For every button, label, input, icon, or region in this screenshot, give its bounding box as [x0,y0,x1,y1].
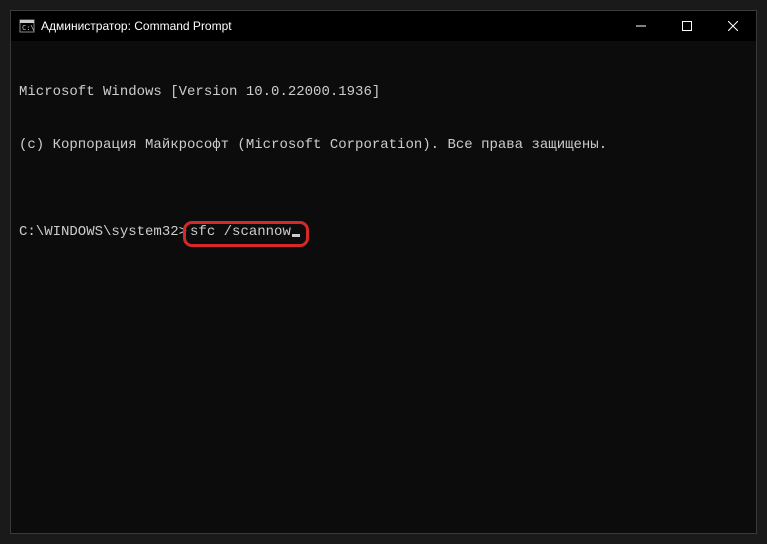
terminal-area[interactable]: Microsoft Windows [Version 10.0.22000.19… [11,41,756,533]
command-prompt-window: C:\ Администратор: Command Prompt [10,10,757,534]
minimize-button[interactable] [618,11,664,41]
copyright-line: (c) Корпорация Майкрософт (Microsoft Cor… [19,137,748,155]
prompt-path: C:\WINDOWS\system32> [19,224,187,242]
maximize-button[interactable] [664,11,710,41]
command-highlight: sfc /scannow [183,221,309,247]
text-cursor [292,234,300,237]
prompt-line: C:\WINDOWS\system32>sfc /scannow [19,224,748,250]
window-title: Администратор: Command Prompt [41,19,618,33]
version-line: Microsoft Windows [Version 10.0.22000.19… [19,84,748,102]
svg-text:C:\: C:\ [22,24,35,32]
close-button[interactable] [710,11,756,41]
maximize-icon [682,21,692,31]
minimize-icon [636,21,646,31]
window-controls [618,11,756,41]
close-icon [728,21,738,31]
titlebar[interactable]: C:\ Администратор: Command Prompt [11,11,756,41]
cmd-icon: C:\ [19,18,35,34]
typed-command: sfc /scannow [190,224,291,242]
